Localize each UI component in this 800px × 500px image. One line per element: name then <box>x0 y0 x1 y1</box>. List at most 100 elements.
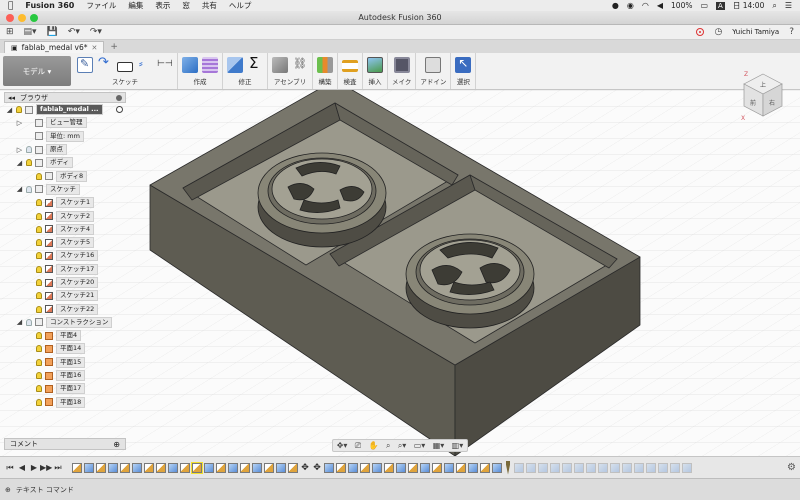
timeline-next-icon[interactable]: ▶▶ <box>40 463 52 472</box>
browser-node-label[interactable]: 平面14 <box>56 343 86 355</box>
browser-node-label[interactable]: スケッチ21 <box>56 290 99 302</box>
expand-toggle-icon[interactable]: ▷ <box>16 146 23 154</box>
timeline-extrude-feature-icon[interactable] <box>468 462 478 473</box>
add-comment-icon[interactable]: ⊕ <box>113 440 120 449</box>
window-minimize-button[interactable] <box>18 14 26 22</box>
timeline-extrude-feature-icon[interactable] <box>276 462 286 473</box>
timeline-suppressed-feature-icon[interactable] <box>586 462 596 473</box>
timeline-suppressed-feature-icon[interactable] <box>574 462 584 473</box>
text-command-bar[interactable]: ⊕ テキスト コマンド <box>0 478 800 500</box>
save-icon[interactable]: 💾 <box>47 27 58 37</box>
make-group-label[interactable]: メイク <box>392 76 411 86</box>
browser-node[interactable]: スケッチ16 <box>4 249 126 262</box>
text-command-expand-icon[interactable]: ⊕ <box>5 486 11 494</box>
wifi-icon[interactable]: ◠ <box>642 1 649 10</box>
timeline-extrude-feature-icon[interactable] <box>324 462 334 473</box>
line-icon[interactable] <box>137 57 153 73</box>
expand-toggle-icon[interactable]: ◢ <box>16 318 23 326</box>
rectangle-icon[interactable] <box>117 61 133 72</box>
battery-percent[interactable]: 100% <box>671 1 692 10</box>
display-settings-icon[interactable]: ▭▾ <box>414 441 426 450</box>
app-menu[interactable]: Fusion 360 <box>25 1 74 10</box>
3d-print-icon[interactable] <box>393 57 410 73</box>
visibility-bulb-icon[interactable] <box>26 159 32 167</box>
timeline-sketch-feature-icon[interactable] <box>336 462 346 473</box>
timeline-extrude-feature-icon[interactable] <box>204 462 214 473</box>
browser-node-label[interactable]: スケッチ4 <box>56 223 95 235</box>
activate-component-icon[interactable] <box>116 106 123 114</box>
timeline-marker[interactable] <box>506 460 510 475</box>
assemble-group-label[interactable]: アセンブリ <box>274 76 306 86</box>
browser-node-label[interactable]: スケッチ1 <box>56 197 95 209</box>
timeline-extrude-feature-icon[interactable] <box>348 462 358 473</box>
browser-node[interactable]: ▷ 原点 <box>4 143 126 156</box>
window-close-button[interactable] <box>6 14 14 22</box>
browser-node-label[interactable]: ビュー管理 <box>46 117 87 129</box>
timeline-sketch-feature-icon[interactable] <box>264 462 274 473</box>
browser-node-label[interactable]: スケッチ22 <box>56 303 99 315</box>
dimension-icon[interactable] <box>157 57 173 73</box>
browser-node[interactable]: 平面17 <box>4 382 126 395</box>
browser-node[interactable]: スケッチ2 <box>4 209 126 222</box>
browser-node[interactable]: ▷ ビュー管理 <box>4 116 126 129</box>
timeline-selected-feature-icon[interactable] <box>191 461 203 474</box>
timeline-suppressed-feature-icon[interactable] <box>670 462 680 473</box>
browser-node[interactable]: ◢ スケッチ <box>4 183 126 196</box>
timeline-move-feature-icon[interactable]: ✥ <box>300 463 310 473</box>
menu-edit[interactable]: 編集 <box>128 0 143 11</box>
timeline-move-feature-icon[interactable]: ✥ <box>312 463 322 473</box>
document-tab[interactable]: ▣ fablab_medal v6* ✕ <box>4 41 105 53</box>
timeline-sketch-feature-icon[interactable] <box>96 462 106 473</box>
visibility-bulb-icon[interactable] <box>36 345 42 353</box>
browser-node-label[interactable]: 平面15 <box>56 356 86 368</box>
user-menu[interactable]: Yuichi Tamiya <box>732 28 779 36</box>
timeline-extrude-feature-icon[interactable] <box>396 462 406 473</box>
browser-node-label[interactable]: スケッチ20 <box>56 277 99 288</box>
viewcube[interactable]: Z 上 前 右 X <box>740 68 786 122</box>
timeline-extrude-feature-icon[interactable] <box>168 462 178 473</box>
timeline-end-icon[interactable]: ⏭ <box>52 463 64 473</box>
component-icon[interactable] <box>272 57 288 73</box>
browser-node-label[interactable]: コンストラクション <box>46 316 113 328</box>
visibility-bulb-icon[interactable] <box>36 279 42 286</box>
insert-group[interactable]: 挿入 <box>363 53 388 89</box>
browser-node-label[interactable]: スケッチ16 <box>56 250 99 262</box>
make-group[interactable]: メイク <box>388 53 417 89</box>
measure-icon[interactable] <box>342 60 358 72</box>
timeline-extrude-feature-icon[interactable] <box>492 462 502 473</box>
menu-share[interactable]: 共有 <box>202 0 217 11</box>
visibility-bulb-icon[interactable] <box>26 146 32 154</box>
app-grid-icon[interactable]: ⊞ <box>6 27 14 37</box>
visibility-bulb-icon[interactable] <box>36 305 42 313</box>
timeline-sketch-feature-icon[interactable] <box>456 462 466 473</box>
timeline-suppressed-feature-icon[interactable] <box>622 462 632 473</box>
record-status-icon[interactable]: ◉ <box>627 1 634 10</box>
assemble-group[interactable]: アセンブリ <box>268 53 313 89</box>
job-status-icon[interactable]: ◷ <box>714 27 722 37</box>
timeline-suppressed-feature-icon[interactable] <box>550 462 560 473</box>
browser-node[interactable]: ◢ コンストラクション <box>4 316 126 329</box>
browser-node[interactable]: 平面16 <box>4 369 126 382</box>
browser-node[interactable]: スケッチ21 <box>4 289 126 302</box>
timeline-suppressed-feature-icon[interactable] <box>538 462 548 473</box>
timeline-extrude-feature-icon[interactable] <box>252 462 262 473</box>
browser-node-label[interactable]: スケッチ5 <box>56 237 95 249</box>
timeline-suppressed-feature-icon[interactable] <box>610 462 620 473</box>
modify-group-label[interactable]: 修正 <box>239 76 252 86</box>
expand-toggle-icon[interactable]: ◢ <box>6 106 13 114</box>
timeline-sketch-feature-icon[interactable] <box>144 462 154 473</box>
visibility-bulb-icon[interactable] <box>36 358 42 366</box>
fit-icon[interactable]: ⌕▾ <box>398 441 407 451</box>
visibility-bulb-icon[interactable] <box>36 398 42 406</box>
visibility-bulb-icon[interactable] <box>16 106 22 114</box>
sketch-group[interactable]: スケッチ <box>73 53 178 89</box>
file-menu-icon[interactable]: ▤▾ <box>24 27 37 37</box>
visibility-bulb-icon[interactable] <box>36 332 42 340</box>
undo-icon[interactable]: ↶▾ <box>68 27 80 37</box>
visibility-bulb-icon[interactable] <box>36 212 42 220</box>
workspace-switcher[interactable]: モデル ▾ <box>3 56 71 86</box>
browser-node[interactable]: スケッチ5 <box>4 236 126 249</box>
timeline-settings-icon[interactable]: ⚙ <box>787 462 796 473</box>
edit-sketch-icon[interactable] <box>77 57 93 73</box>
collapse-icon[interactable]: ◂◂ <box>8 94 15 102</box>
